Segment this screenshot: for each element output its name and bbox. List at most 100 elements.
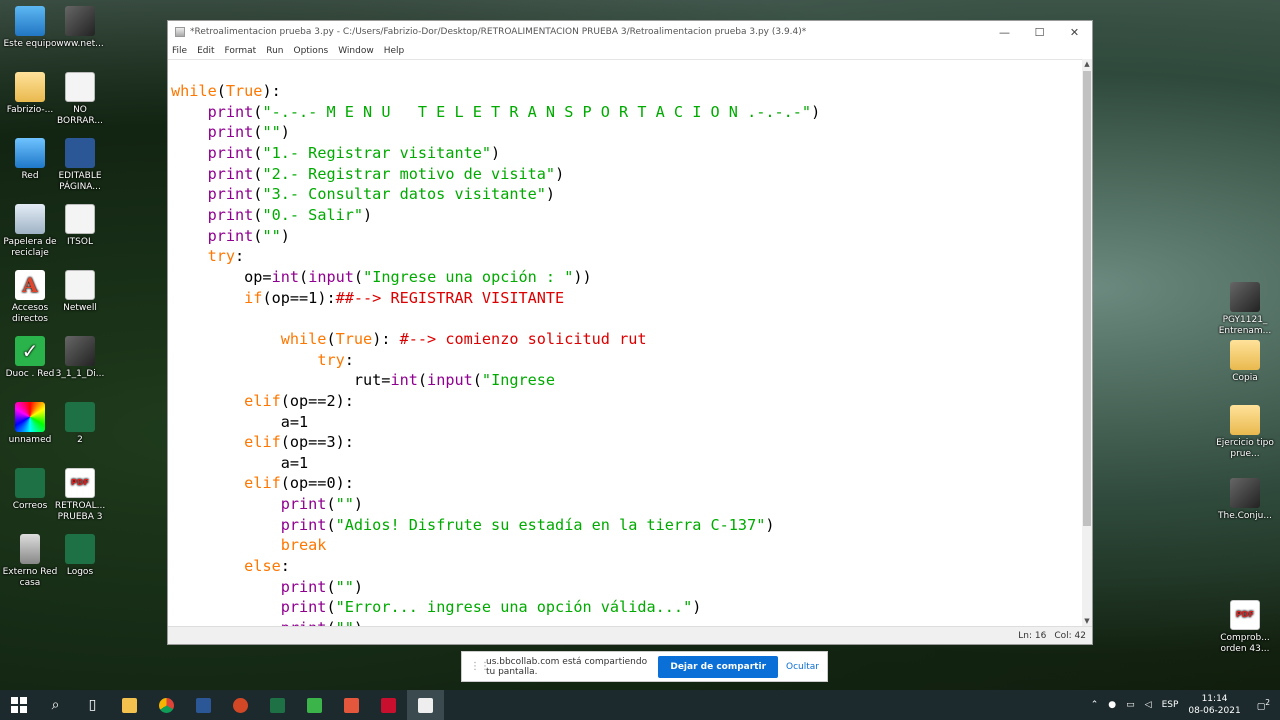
camtasia-icon[interactable]	[296, 690, 333, 720]
scroll-down-icon[interactable]: ▼	[1082, 616, 1092, 626]
desktop-icon-label: Copia	[1232, 373, 1258, 383]
code-line[interactable]: while(True):	[171, 81, 1082, 102]
desktop-icon[interactable]: The.Conju...	[1215, 478, 1275, 522]
scroll-up-icon[interactable]: ▲	[1082, 59, 1092, 69]
desktop-icon[interactable]: 2	[50, 402, 110, 446]
code-line[interactable]: try:	[171, 246, 1082, 267]
hide-button[interactable]: Ocultar	[786, 662, 819, 672]
desktop-icon[interactable]: 3_1_1_Di...	[50, 336, 110, 380]
code-token: (	[326, 515, 336, 534]
desktop-icon[interactable]: ITSOL	[50, 204, 110, 248]
desktop-icon[interactable]: Copia	[1215, 340, 1275, 384]
powerpoint-icon[interactable]	[222, 690, 259, 720]
code-line[interactable]: print("-.-.- M E N U T E L E T R A N S P…	[171, 102, 1082, 123]
desktop-icon[interactable]: Netwell	[50, 270, 110, 314]
code-line[interactable]: print("Adios! Disfrute su estadía en la …	[171, 515, 1082, 536]
code-token: (	[326, 329, 336, 348]
code-token: else	[244, 557, 281, 576]
share-message: us.bbcollab.com está compartiendo tu pan…	[486, 656, 648, 677]
desktop-icon[interactable]: EDITABLE PÁGINA...	[50, 138, 110, 193]
desktop-icon[interactable]: PGY1121_ Entrenam...	[1215, 282, 1275, 337]
chrome-icon[interactable]	[148, 690, 185, 720]
code-line[interactable]: op=int(input("Ingrese una opción : "))	[171, 267, 1082, 288]
code-token: input	[427, 371, 473, 390]
desktop-icon[interactable]: Ejercicio tipo prue...	[1215, 405, 1275, 460]
code-line[interactable]: rut=int(input("Ingrese	[171, 370, 1082, 391]
desktop-icon[interactable]: Logos	[50, 534, 110, 578]
code-line[interactable]: print("0.- Salir")	[171, 205, 1082, 226]
desktop-icon[interactable]: www.net...	[50, 6, 110, 50]
code-line[interactable]: print("")	[171, 226, 1082, 247]
code-line[interactable]: print("")	[171, 122, 1082, 143]
menu-window[interactable]: Window	[338, 46, 374, 56]
window-title: *Retroalimentacion prueba 3.py - C:/User…	[190, 27, 807, 37]
code-line[interactable]: while(True): #--> comienzo solicitud rut	[171, 329, 1082, 350]
code-line[interactable]: a=1	[171, 453, 1082, 474]
desktop-icon-label: ITSOL	[67, 237, 93, 247]
task-view-icon[interactable]: ▯	[74, 690, 111, 720]
code-line[interactable]: elif(op==2):	[171, 391, 1082, 412]
recorder-icon[interactable]	[333, 690, 370, 720]
code-line[interactable]: elif(op==3):	[171, 432, 1082, 453]
code-line[interactable]: print("3.- Consultar datos visitante")	[171, 184, 1082, 205]
code-token: elif	[244, 474, 281, 493]
menu-options[interactable]: Options	[293, 46, 328, 56]
desktop-icon[interactable]: PDF RETROAL... PRUEBA 3	[50, 468, 110, 523]
code-text[interactable]: while(True): print("-.-.- M E N U T E L …	[168, 81, 1082, 626]
close-button[interactable]: ✕	[1057, 26, 1092, 39]
code-line[interactable]: a=1	[171, 412, 1082, 433]
menu-help[interactable]: Help	[384, 46, 405, 56]
check-icon: ✓	[15, 336, 45, 366]
idle-icon[interactable]	[407, 690, 444, 720]
status-bar: Ln: 16 Col: 42	[168, 626, 1092, 644]
code-token: print	[207, 102, 254, 121]
menu-file[interactable]: File	[172, 46, 187, 56]
desktop-icon-label: Logos	[66, 567, 94, 577]
code-line[interactable]	[171, 308, 1082, 329]
chevron-up-icon[interactable]: ⌃	[1091, 700, 1099, 710]
drag-handle-icon[interactable]: ⋮⋮	[470, 661, 490, 672]
code-line[interactable]: print("Error... ingrese una opción válid…	[171, 597, 1082, 618]
vertical-scrollbar[interactable]: ▲ ▼	[1082, 59, 1092, 626]
code-line[interactable]: else:	[171, 556, 1082, 577]
code-line[interactable]: print("2.- Registrar motivo de visita")	[171, 164, 1082, 185]
microphone-icon[interactable]: ●	[1108, 700, 1116, 710]
menu-format[interactable]: Format	[225, 46, 257, 56]
code-line[interactable]: print("1.- Registrar visitante")	[171, 143, 1082, 164]
menu-edit[interactable]: Edit	[197, 46, 214, 56]
clock[interactable]: 11:14 08-06-2021	[1188, 693, 1240, 717]
language-indicator[interactable]: ESP	[1162, 700, 1179, 710]
notification-icon[interactable]: ▢2	[1257, 698, 1270, 712]
code-token: (	[299, 267, 309, 286]
file-explorer-icon[interactable]	[111, 690, 148, 720]
stop-sharing-button[interactable]: Dejar de compartir	[658, 655, 779, 678]
code-line[interactable]: elif(op==0):	[171, 473, 1082, 494]
word-icon	[65, 138, 95, 168]
code-line[interactable]: try:	[171, 350, 1082, 371]
maximize-button[interactable]: ☐	[1022, 26, 1057, 39]
code-editor[interactable]: while(True): print("-.-.- M E N U T E L …	[168, 59, 1082, 626]
desktop-icon[interactable]: PDF Comprob... orden 43...	[1215, 600, 1275, 655]
speaker-icon[interactable]: ◁	[1145, 700, 1152, 710]
menu-run[interactable]: Run	[266, 46, 283, 56]
code-token: print	[207, 185, 254, 204]
acrobat-icon[interactable]	[370, 690, 407, 720]
desktop-icon[interactable]: NO BORRAR...	[50, 72, 110, 127]
windows-start-icon[interactable]	[0, 690, 37, 720]
search-icon[interactable]: ⌕	[37, 690, 74, 720]
scroll-thumb[interactable]	[1083, 71, 1091, 526]
code-line[interactable]: print("")	[171, 618, 1082, 626]
code-line[interactable]: print("")	[171, 494, 1082, 515]
excel-icon[interactable]	[259, 690, 296, 720]
title-bar[interactable]: *Retroalimentacion prueba 3.py - C:/User…	[168, 21, 1092, 43]
network-icon[interactable]: ▭	[1126, 700, 1135, 710]
code-line[interactable]: if(op==1):##--> REGISTRAR VISITANTE	[171, 288, 1082, 309]
word-icon[interactable]	[185, 690, 222, 720]
code-line[interactable]: break	[171, 535, 1082, 556]
minimize-button[interactable]: —	[987, 26, 1022, 39]
code-line[interactable]: print("")	[171, 577, 1082, 598]
code-token: ):	[372, 329, 400, 348]
